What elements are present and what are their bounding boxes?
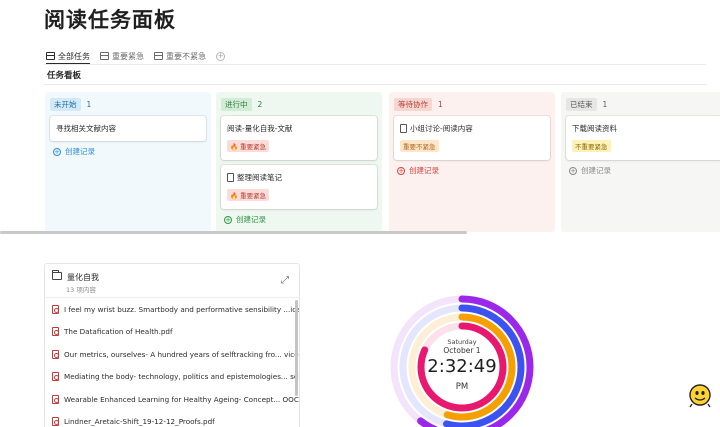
pdf-icon <box>52 304 59 314</box>
create-record-label: 创建记录 <box>581 166 611 175</box>
folder-title: 量化自我 <box>67 273 99 282</box>
file-row[interactable]: Mediating the body- technology, politics… <box>45 366 299 389</box>
tab-label: 重要不紧急 <box>166 51 206 61</box>
view-tabs: 全部任务 重要紧急 重要不紧急 + <box>46 49 225 63</box>
pdf-icon <box>52 394 59 404</box>
create-record-button[interactable]: + 创建记录 <box>394 165 550 176</box>
board-column: 未开始 1 寻找相关文献内容 + 创建记录 <box>45 92 211 232</box>
create-record-button[interactable]: + 创建记录 <box>221 214 377 225</box>
priority-tag: 重要不紧急 <box>400 140 439 152</box>
file-name: Wearable Enhanced Learning for Healthy A… <box>64 394 300 404</box>
column-count: 1 <box>438 99 443 109</box>
expand-icon[interactable]: ⤢ <box>281 275 289 286</box>
column-header: 等待协作 1 <box>394 97 550 111</box>
clock-ampm: PM <box>455 382 469 392</box>
board-title: 任务看板 <box>47 71 82 81</box>
task-card[interactable]: 阅读-量化自我-文献 🔥 重要紧急 <box>221 116 377 160</box>
table-icon <box>46 52 55 60</box>
tab-label: 全部任务 <box>58 51 90 61</box>
file-row[interactable]: Our metrics, ourselves- A hundred years … <box>45 343 299 366</box>
task-title-row: 整理阅读笔记 <box>227 172 371 183</box>
plus-circle-icon: + <box>569 166 577 175</box>
tab-label: 重要紧急 <box>112 51 144 61</box>
plus-circle-icon: + <box>53 147 61 156</box>
status-badge: 等待协作 <box>394 97 432 111</box>
task-title: 小组讨论-阅读内容 <box>410 124 473 133</box>
tabs-divider <box>44 64 706 65</box>
create-record-label: 创建记录 <box>65 147 95 156</box>
file-name: I feel my wrist buzz. Smartbody and perf… <box>64 304 300 314</box>
create-record-label: 创建记录 <box>409 166 439 175</box>
status-badge: 已结束 <box>566 97 597 111</box>
folder-icon <box>52 270 62 280</box>
page-title: 阅读任务面板 <box>44 8 176 32</box>
tab-all-tasks[interactable]: 全部任务 <box>46 51 90 62</box>
column-header: 已结束 1 <box>566 97 720 111</box>
add-view-icon[interactable]: + <box>216 51 225 61</box>
create-record-button[interactable]: + 创建记录 <box>50 146 206 157</box>
column-header: 进行中 2 <box>221 97 377 111</box>
clock-date: October 1 <box>443 346 481 355</box>
pdf-icon <box>52 327 59 337</box>
task-card[interactable]: 整理阅读笔记 🔥 重要紧急 <box>221 165 377 209</box>
board-column: 进行中 2 阅读-量化自我-文献 🔥 重要紧急 整理阅读笔记 🔥 重要紧急 + 创建记录 <box>216 92 382 232</box>
priority-tag: 🔥 重要紧急 <box>227 189 270 201</box>
column-count: 1 <box>602 99 608 109</box>
task-title: 阅读-量化自我-文献 <box>227 124 293 133</box>
document-icon <box>227 173 234 182</box>
pdf-icon <box>52 349 59 359</box>
document-icon <box>400 124 407 133</box>
task-card[interactable]: 寻找相关文献内容 <box>50 116 206 141</box>
board-horizontal-scrollbar[interactable] <box>0 231 467 234</box>
task-title-row: 小组讨论-阅读内容 <box>400 123 544 134</box>
folder-item-count: 13 项内容 <box>66 286 96 294</box>
tab-important-urgent[interactable]: 重要紧急 <box>100 51 144 62</box>
folder-header: 量化自我 13 项内容 ⤢ <box>45 264 299 298</box>
file-name: Mediating the body- technology, politics… <box>64 372 300 382</box>
column-count: 2 <box>257 99 263 109</box>
help-mascot-icon[interactable] <box>688 382 712 408</box>
create-record-button[interactable]: + 创建记录 <box>566 165 720 176</box>
task-card[interactable]: 下载阅读资料 不重要紧急 <box>566 116 720 160</box>
pdf-icon <box>52 372 59 382</box>
board-column: 等待协作 1 小组讨论-阅读内容重要不紧急 + 创建记录 <box>389 92 555 232</box>
pdf-icon <box>52 417 59 427</box>
file-list-scrollbar[interactable] <box>295 300 298 396</box>
file-row[interactable]: Lindner_Aretaic-Shift_19-12-12_Proofs.pd… <box>45 411 299 427</box>
column-header: 未开始 1 <box>50 97 206 111</box>
priority-tag: 🔥 重要紧急 <box>227 140 270 152</box>
file-name: Lindner_Aretaic-Shift_19-12-12_Proofs.pd… <box>64 417 215 427</box>
board-column: 已结束 1 下载阅读资料 不重要紧急 + 创建记录 <box>561 92 720 232</box>
file-row[interactable]: Wearable Enhanced Learning for Healthy A… <box>45 388 299 411</box>
file-name: Our metrics, ourselves- A hundred years … <box>64 349 300 359</box>
create-record-label: 创建记录 <box>236 215 266 224</box>
folder-widget: 量化自我 13 项内容 ⤢ I feel my wrist buzz. Smar… <box>44 263 300 427</box>
file-row[interactable]: I feel my wrist buzz. Smartbody and perf… <box>45 298 299 321</box>
priority-tag: 不重要紧急 <box>572 140 611 152</box>
task-title-row: 寻找相关文献内容 <box>56 123 200 134</box>
plus-circle-icon: + <box>397 166 405 175</box>
plus-circle-icon: + <box>224 215 232 224</box>
tab-important-not-urgent[interactable]: 重要不紧急 <box>154 51 206 62</box>
task-title-row: 阅读-量化自我-文献 <box>227 123 371 134</box>
file-row[interactable]: The Datafication of Health.pdf <box>45 321 299 344</box>
status-badge: 进行中 <box>221 97 252 111</box>
table-icon <box>154 52 163 60</box>
status-badge: 未开始 <box>50 97 81 111</box>
file-name: The Datafication of Health.pdf <box>64 327 173 337</box>
task-card[interactable]: 小组讨论-阅读内容重要不紧急 <box>394 116 550 160</box>
board-divider <box>44 84 706 85</box>
task-title: 整理阅读笔记 <box>237 173 282 182</box>
column-count: 1 <box>86 99 92 109</box>
task-title-row: 下载阅读资料 <box>572 123 716 134</box>
clock-day: Saturday <box>447 338 477 346</box>
file-list: I feel my wrist buzz. Smartbody and perf… <box>45 298 299 427</box>
task-title: 寻找相关文献内容 <box>56 124 116 133</box>
table-icon <box>100 52 109 60</box>
task-title: 下载阅读资料 <box>572 124 617 133</box>
clock-time: 2:32:49 <box>427 356 497 377</box>
